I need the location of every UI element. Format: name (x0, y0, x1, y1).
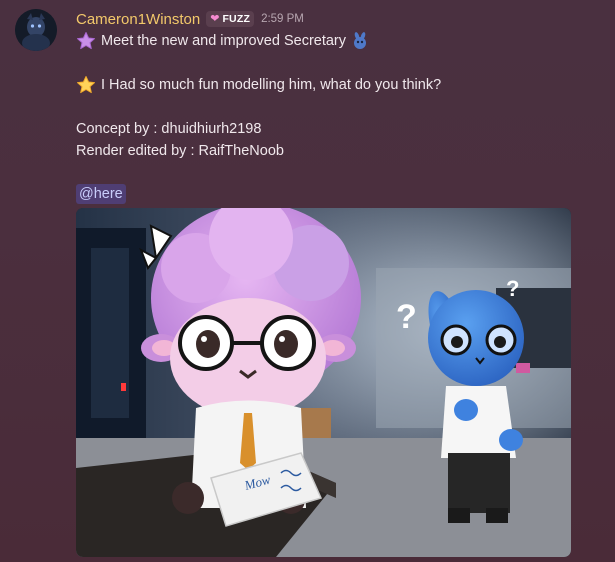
guild-tag-label: FUZZ (222, 13, 251, 25)
yellow-star-emoji (76, 75, 96, 95)
message-line-2: I Had so much fun modelling him, what do… (76, 74, 596, 96)
image-attachment[interactable]: Mow ? ? (76, 208, 571, 557)
purple-star-emoji (76, 31, 96, 51)
blue-character-emoji (350, 31, 370, 51)
message-line-3: Concept by : dhuidhiurh2198 (76, 118, 596, 140)
message-text: Meet the new and improved Secretary (101, 33, 347, 49)
message-text: Concept by : dhuidhiurh2198 (76, 121, 262, 137)
message-line-1: Meet the new and improved Secretary (76, 30, 596, 52)
message-text: Render edited by : RaifTheNoob (76, 143, 284, 159)
guild-tag[interactable]: ❤ FUZZ (206, 11, 255, 27)
message-timestamp[interactable]: 2:59 PM (261, 13, 304, 25)
message-text: I Had so much fun modelling him, what do… (101, 77, 442, 93)
chat-message: Cameron1Winston ❤ FUZZ 2:59 PM Meet the … (0, 0, 615, 562)
message-header: Cameron1Winston ❤ FUZZ 2:59 PM (76, 10, 304, 28)
message-content: Meet the new and improved Secretary I Ha… (76, 30, 596, 162)
question-mark-icon: ? (506, 276, 519, 301)
author-name[interactable]: Cameron1Winston (76, 11, 200, 28)
render-image: Mow ? ? (76, 208, 571, 557)
question-mark-icon: ? (396, 298, 417, 336)
pink-heart-icon: ❤ (210, 13, 220, 25)
user-avatar[interactable] (15, 9, 57, 51)
message-line-4: Render edited by : RaifTheNoob (76, 140, 596, 162)
here-mention[interactable]: @here (76, 184, 126, 204)
